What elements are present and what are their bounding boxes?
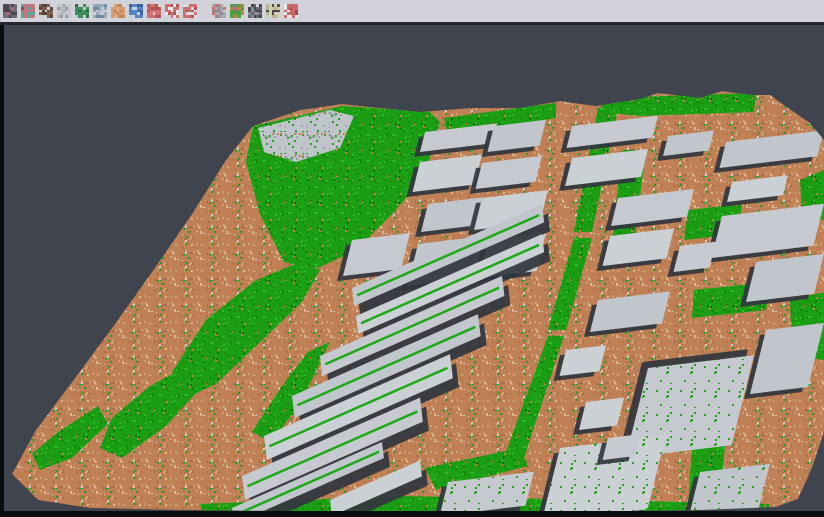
dem-icon[interactable] bbox=[75, 4, 89, 18]
building-roof bbox=[603, 434, 641, 460]
region-select-icon[interactable] bbox=[183, 4, 197, 18]
dense-cloud-icon[interactable] bbox=[3, 4, 17, 18]
vegetation-patch bbox=[600, 93, 756, 116]
texture-icon[interactable] bbox=[93, 4, 107, 18]
window-edge-bottom bbox=[0, 511, 824, 517]
report-icon[interactable] bbox=[147, 4, 161, 18]
classification-colors-icon[interactable] bbox=[230, 4, 244, 18]
orthomosaic-icon[interactable] bbox=[111, 4, 125, 18]
filter-icon[interactable] bbox=[212, 4, 226, 18]
application-window: { "window": { "toolbar": { "bg": "#d2d3d… bbox=[0, 0, 824, 517]
measure-icon[interactable] bbox=[284, 4, 298, 18]
toolbar-group-1 bbox=[0, 4, 197, 18]
toolbar-group-2 bbox=[209, 4, 298, 18]
terrain-model[interactable] bbox=[12, 91, 824, 511]
labels-icon[interactable] bbox=[266, 4, 280, 18]
mesh-icon[interactable] bbox=[39, 4, 53, 18]
marker-icon[interactable] bbox=[165, 4, 179, 18]
scene-svg bbox=[0, 25, 824, 511]
viewport-3d[interactable] bbox=[0, 25, 824, 511]
window-edge-left bbox=[0, 25, 4, 517]
toolbar bbox=[0, 0, 824, 25]
model-globe-icon[interactable] bbox=[129, 4, 143, 18]
sparse-cloud-icon[interactable] bbox=[57, 4, 71, 18]
classify-points-icon[interactable] bbox=[21, 4, 35, 18]
shaded-view-icon[interactable] bbox=[248, 4, 262, 18]
